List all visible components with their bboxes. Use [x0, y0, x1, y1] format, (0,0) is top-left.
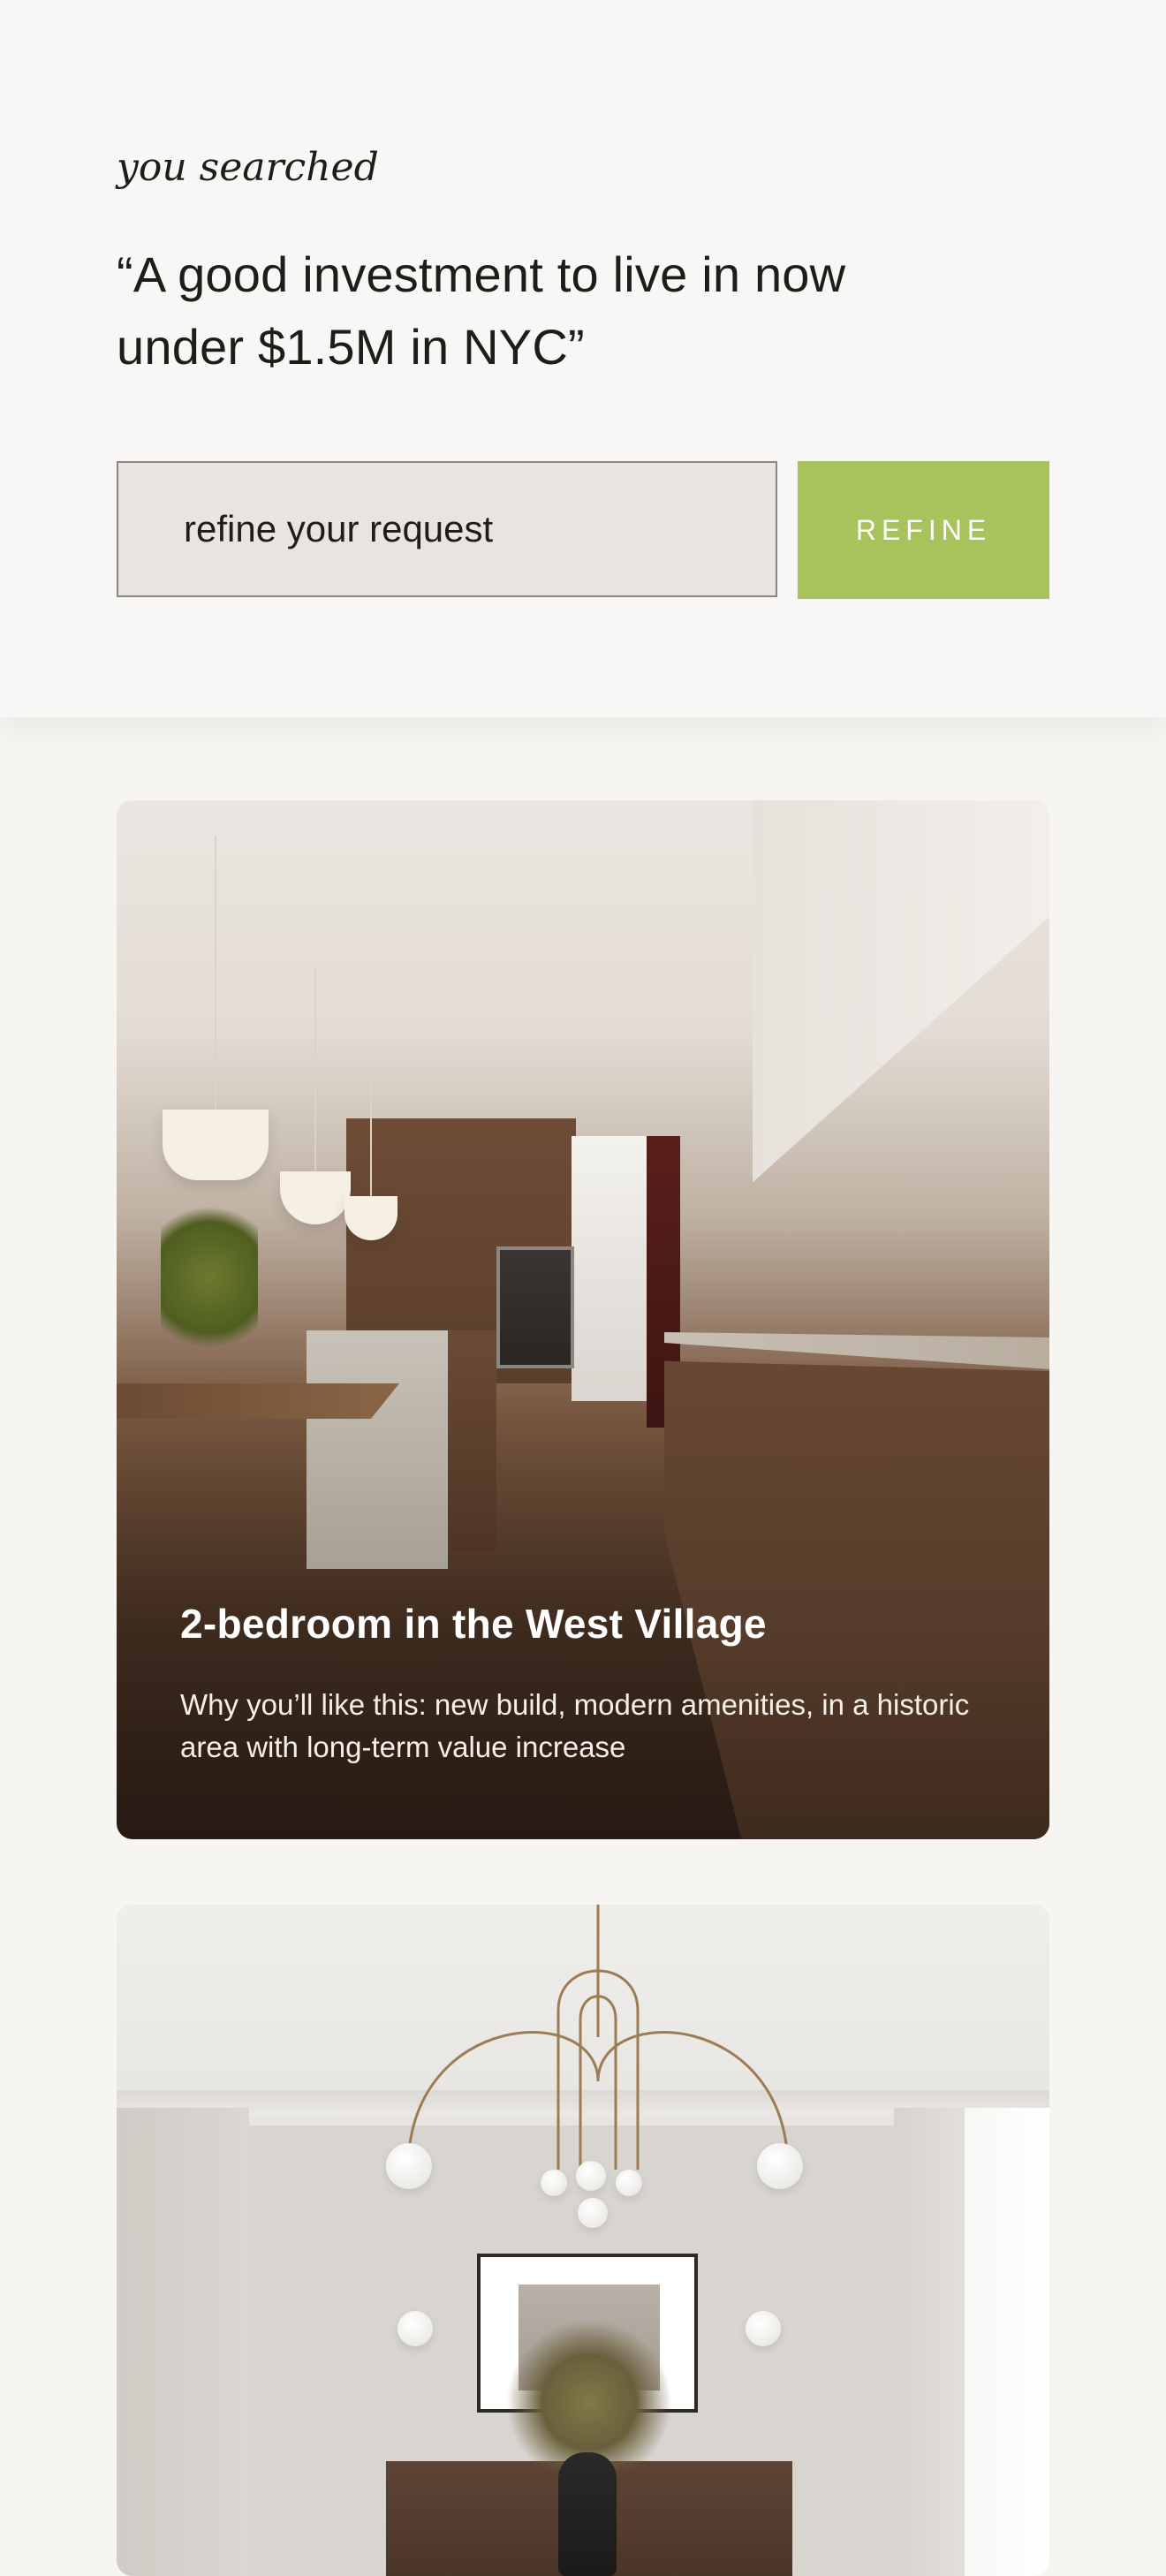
refine-input[interactable] — [117, 461, 777, 597]
chandelier-globe — [757, 2143, 803, 2189]
search-panel: you searched “A good investment to live … — [0, 0, 1166, 717]
pendant-cord — [314, 968, 316, 1171]
pendant-lamp — [163, 1110, 269, 1180]
pillar — [894, 2108, 965, 2576]
listing-card[interactable] — [117, 1905, 1049, 2576]
pendant-lamp — [280, 1171, 351, 1224]
listing-title: 2-bedroom in the West Village — [180, 1601, 767, 1647]
search-query: “A good investment to live in now under … — [117, 246, 846, 375]
wall-sconce — [746, 2311, 781, 2346]
refine-button[interactable]: REFINE — [798, 461, 1049, 599]
chandelier-globe — [616, 2170, 642, 2196]
oven — [496, 1246, 574, 1368]
vase — [558, 2452, 617, 2576]
listing-card[interactable]: 2-bedroom in the West Village Why you’ll… — [117, 800, 1049, 1839]
chandelier-globe — [578, 2198, 608, 2228]
pendant-cord — [215, 836, 216, 1110]
flower-arrangement — [505, 2320, 673, 2470]
dining-table — [117, 1383, 399, 1419]
kitchen-island — [307, 1330, 448, 1569]
chandelier-globe — [576, 2161, 606, 2191]
pendant-cord — [370, 1083, 372, 1196]
doorway — [965, 2108, 1049, 2576]
wall-sconce — [398, 2311, 433, 2346]
plant — [161, 1189, 258, 1366]
listing-description: Why you’ll like this: new build, modern … — [180, 1688, 970, 1763]
chandelier-globe — [541, 2170, 567, 2196]
searched-label: you searched — [117, 145, 379, 190]
upper-cabinets — [753, 800, 1049, 1183]
left-wall — [117, 2108, 249, 2576]
island-side — [448, 1330, 496, 1551]
chandelier-globe — [386, 2143, 432, 2189]
